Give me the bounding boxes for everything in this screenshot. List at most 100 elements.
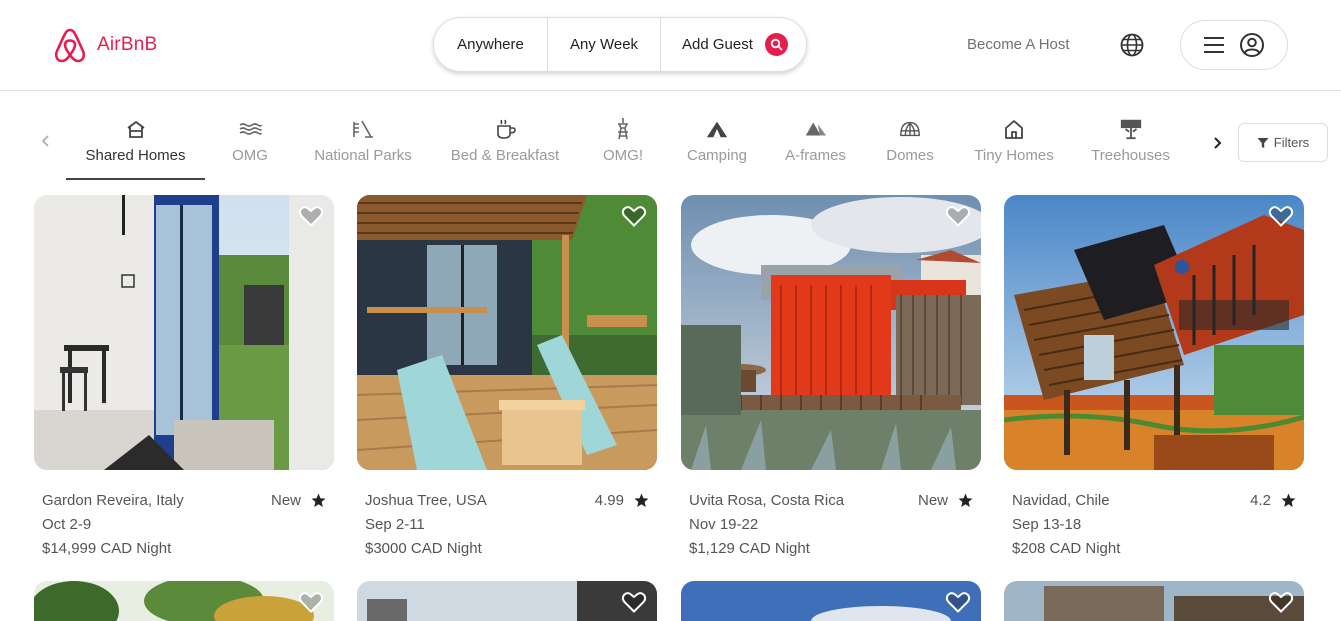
category-domes[interactable]: Domes — [880, 117, 940, 180]
search-submit-button[interactable] — [764, 33, 788, 56]
listing-info: Uvita Rosa, Costa Rica New Nov 19-22 $1,… — [681, 470, 981, 560]
listing-image — [1004, 195, 1304, 470]
category-label: OMG! — [603, 147, 643, 164]
listing-location: Gardon Reveira, Italy — [42, 491, 184, 509]
filters-button[interactable]: Filters — [1238, 123, 1328, 162]
search-when-label: Any Week — [569, 36, 639, 53]
search-who-button[interactable]: Add Guest — [661, 18, 806, 71]
tiny-home-icon — [1002, 117, 1026, 141]
listing-dates: Sep 13-18 — [1012, 515, 1082, 533]
heart-icon[interactable] — [621, 204, 647, 228]
search-where-button[interactable]: Anywhere — [434, 18, 548, 71]
park-icon — [351, 117, 375, 141]
listing-card[interactable]: Joshua Tree, USA 4.99 Sep 2-11 $3000 CAD… — [357, 195, 657, 560]
listing-image — [34, 581, 334, 621]
category-label: National Parks — [314, 147, 412, 164]
listing-photo[interactable] — [681, 195, 981, 470]
rating-value: New — [270, 491, 301, 509]
star-icon — [1281, 493, 1296, 507]
top-header: AirBnB Anywhere Any Week Add Guest Becom… — [0, 0, 1341, 91]
listing-photo[interactable] — [681, 581, 981, 621]
airbnb-logo-icon — [54, 28, 86, 63]
listing-image — [681, 195, 981, 470]
chevron-right-icon[interactable] — [1208, 133, 1228, 153]
listing-card[interactable] — [1004, 581, 1304, 621]
listing-location: Navidad, Chile — [1012, 491, 1110, 509]
tent-icon — [705, 117, 729, 141]
filters-label: Filters — [1273, 135, 1310, 150]
heart-icon[interactable] — [1268, 204, 1294, 228]
category-label: Tiny Homes — [974, 147, 1054, 164]
heart-icon[interactable] — [298, 204, 324, 228]
listing-rating: New — [918, 492, 973, 509]
listing-info: Joshua Tree, USA 4.99 Sep 2-11 $3000 CAD… — [357, 470, 657, 560]
listing-dates: Sep 2-11 — [365, 515, 425, 533]
category-bed-breakfast[interactable]: Bed & Breakfast — [443, 117, 567, 180]
category-label: Domes — [886, 147, 934, 164]
heart-icon[interactable] — [298, 590, 324, 614]
listing-price: $3000 CAD Night — [365, 539, 482, 557]
user-avatar-icon — [1240, 33, 1264, 57]
listing-photo[interactable] — [357, 581, 657, 621]
chevron-left-icon[interactable] — [36, 131, 56, 151]
listing-card[interactable] — [34, 581, 334, 621]
category-shared-homes[interactable]: Shared Homes — [66, 117, 205, 180]
tower-icon — [611, 117, 635, 141]
category-label: OMG — [232, 147, 268, 164]
category-omg-tower[interactable]: OMG! — [599, 117, 647, 180]
listing-rating: 4.2 — [1250, 492, 1296, 509]
heart-icon[interactable] — [945, 204, 971, 228]
listing-price: $14,999 CAD Night — [42, 539, 172, 557]
rating-value: 4.99 — [594, 491, 624, 509]
listing-photo[interactable] — [357, 195, 657, 470]
category-a-frames[interactable]: A-frames — [777, 117, 854, 180]
listing-photo[interactable] — [1004, 195, 1304, 470]
category-tiny-homes[interactable]: Tiny Homes — [967, 117, 1061, 180]
listing-image — [357, 195, 657, 470]
listing-card[interactable]: Uvita Rosa, Costa Rica New Nov 19-22 $1,… — [681, 195, 981, 560]
star-icon — [958, 493, 973, 507]
category-label: Camping — [686, 147, 748, 164]
brand-name: AirBnB — [97, 34, 158, 55]
category-treehouses[interactable]: Treehouses — [1085, 117, 1176, 180]
listing-image — [1004, 581, 1304, 621]
category-national-parks[interactable]: National Parks — [306, 117, 420, 180]
a-frame-icon — [804, 117, 828, 141]
listing-card[interactable] — [357, 581, 657, 621]
globe-icon[interactable] — [1119, 32, 1145, 58]
coffee-icon — [493, 117, 517, 141]
listing-rating: New — [271, 492, 326, 509]
listing-info: Gardon Reveira, Italy New Oct 2-9 $14,99… — [34, 470, 334, 560]
rating-value: New — [917, 491, 948, 509]
category-label: Bed & Breakfast — [450, 147, 560, 164]
search-who-label: Add Guest — [682, 36, 753, 53]
user-menu-button[interactable] — [1180, 20, 1288, 70]
heart-icon[interactable] — [621, 590, 647, 614]
logo[interactable]: AirBnB — [52, 26, 157, 64]
house-icon — [124, 117, 148, 141]
listing-photo[interactable] — [1004, 581, 1304, 621]
listing-dates: Nov 19-22 — [689, 515, 759, 533]
category-label: Shared Homes — [85, 147, 186, 164]
search-icon — [770, 38, 783, 51]
listing-card[interactable]: Navidad, Chile 4.2 Sep 13-18 $208 CAD Ni… — [1004, 195, 1304, 560]
dome-icon — [898, 117, 922, 141]
waves-icon — [238, 117, 262, 141]
listing-photo[interactable] — [34, 581, 334, 621]
listing-photo[interactable] — [34, 195, 334, 470]
category-omg[interactable]: OMG — [220, 117, 280, 180]
search-bar[interactable]: Anywhere Any Week Add Guest — [433, 17, 807, 72]
category-label: A-frames — [785, 147, 846, 164]
category-camping[interactable]: Camping — [680, 117, 754, 180]
listing-image — [34, 195, 334, 470]
search-when-button[interactable]: Any Week — [548, 18, 661, 71]
listing-card[interactable]: Gardon Reveira, Italy New Oct 2-9 $14,99… — [34, 195, 334, 560]
listing-image — [357, 581, 657, 621]
listing-card[interactable] — [681, 581, 981, 621]
listing-dates: Oct 2-9 — [42, 515, 92, 533]
become-host-link[interactable]: Become A Host — [967, 36, 1070, 53]
treehouse-icon — [1119, 117, 1143, 141]
heart-icon[interactable] — [945, 590, 971, 614]
category-bar: Shared Homes OMG National Parks Bed & Br… — [0, 91, 1341, 181]
heart-icon[interactable] — [1268, 590, 1294, 614]
